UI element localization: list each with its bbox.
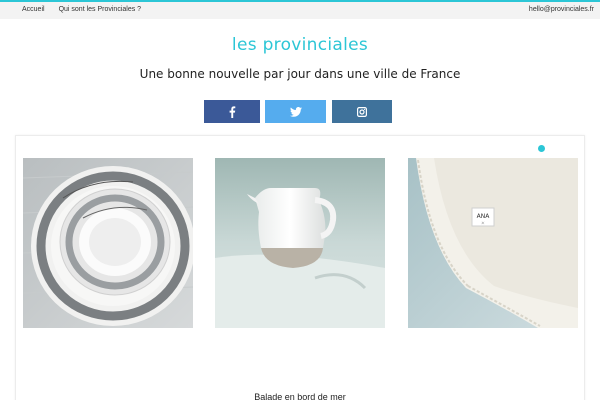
linen-napkin-photo[interactable]: ANA ℳ	[408, 158, 578, 328]
nav-link-qui-sont[interactable]: Qui sont les Provinciales ?	[59, 5, 141, 15]
white-jug-photo[interactable]	[215, 158, 385, 328]
top-bar: Accueil Qui sont les Provinciales ? hell…	[0, 0, 600, 19]
instagram-button[interactable]	[332, 100, 392, 123]
slide-caption: Balade en bord de mer	[254, 392, 346, 400]
site-title[interactable]: les provinciales	[0, 35, 600, 55]
email-link[interactable]: hello@provinciales.fr	[529, 5, 594, 15]
twitter-button[interactable]	[265, 100, 326, 123]
plates-amour-photo[interactable]	[23, 158, 193, 328]
facebook-button[interactable]	[204, 100, 260, 123]
svg-text:ANA: ANA	[477, 213, 491, 220]
slider-dot[interactable]	[538, 145, 545, 152]
nav-link-accueil[interactable]: Accueil	[22, 5, 45, 15]
facebook-icon	[229, 105, 236, 118]
top-nav: Accueil Qui sont les Provinciales ?	[22, 5, 141, 15]
instagram-icon	[357, 106, 367, 117]
site-tagline: Une bonne nouvelle par jour dans une vil…	[139, 67, 461, 81]
twitter-icon	[289, 106, 302, 117]
